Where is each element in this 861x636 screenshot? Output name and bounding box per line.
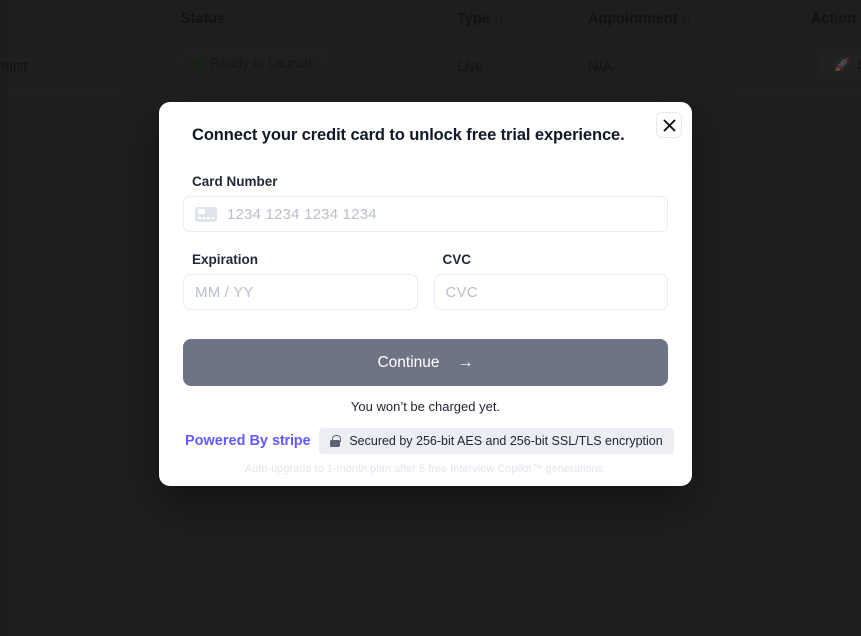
powered-by-prefix: Powered By <box>185 433 268 449</box>
modal-title: Connect your credit card to unlock free … <box>192 126 625 144</box>
trust-row: Powered By stripe Secured by 256-bit AES… <box>183 428 674 454</box>
close-button[interactable] <box>656 112 682 138</box>
cvc-label: CVC <box>442 252 472 267</box>
fine-print: Auto-upgrade to 1-month plan after 5 fre… <box>244 463 607 475</box>
card-number-placeholder: 1234 1234 1234 1234 <box>227 205 377 223</box>
continue-button-label: Continue <box>377 353 440 371</box>
cvc-field-group: CVC CVC <box>433 252 668 310</box>
card-number-input[interactable]: 1234 1234 1234 1234 <box>183 196 668 232</box>
card-number-field-group: Card Number 1234 1234 1234 1234 <box>183 174 668 232</box>
secured-badge-label: Secured by 256-bit AES and 256-bit SSL/T… <box>349 434 663 448</box>
cvc-input[interactable]: CVC <box>433 274 668 310</box>
secured-badge: Secured by 256-bit AES and 256-bit SSL/T… <box>319 428 674 454</box>
credit-card-icon <box>195 206 217 222</box>
expiration-input[interactable]: MM / YY <box>183 274 418 310</box>
expiration-label: Expiration <box>192 252 259 267</box>
continue-button[interactable]: Continue → <box>183 339 668 386</box>
expiration-placeholder: MM / YY <box>195 283 254 301</box>
close-icon <box>663 119 675 131</box>
expiration-field-group: Expiration MM / YY <box>183 252 418 310</box>
card-number-label: Card Number <box>192 174 278 189</box>
credit-card-modal: Connect your credit card to unlock free … <box>159 102 692 486</box>
expiry-cvc-row: Expiration MM / YY CVC CVC <box>183 252 668 310</box>
stripe-wordmark: stripe <box>272 433 311 449</box>
arrow-right-icon: → <box>457 353 474 371</box>
lock-icon <box>330 435 341 447</box>
powered-by-stripe: Powered By stripe <box>185 433 311 449</box>
cvc-placeholder: CVC <box>445 283 478 301</box>
charge-note: You won’t be charged yet. <box>350 399 501 414</box>
